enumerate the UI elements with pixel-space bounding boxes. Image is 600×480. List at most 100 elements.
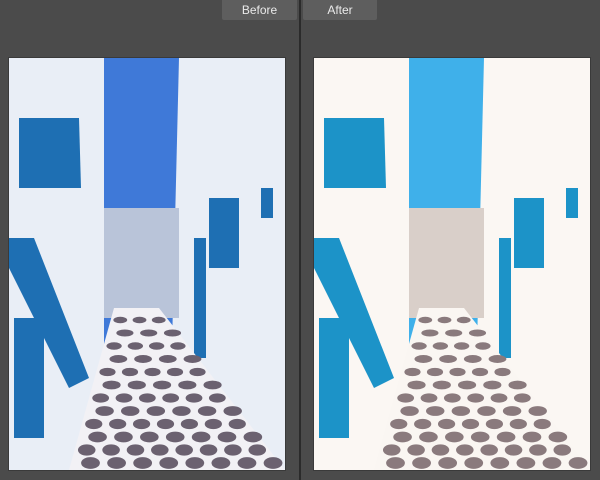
- path-stone: [553, 444, 572, 456]
- path-stone: [412, 457, 431, 469]
- path-stone: [172, 406, 191, 416]
- path-stone: [158, 355, 177, 363]
- path-stone: [113, 316, 128, 324]
- path-stone: [178, 380, 197, 390]
- path-stone: [468, 329, 487, 337]
- path-stone: [457, 380, 477, 390]
- after-right-balcony: [514, 198, 544, 268]
- after-pane: After: [301, 0, 600, 480]
- path-stone: [151, 444, 169, 456]
- before-pane: Before: [0, 0, 299, 480]
- path-stone: [175, 444, 193, 456]
- path-stone: [81, 457, 100, 469]
- path-stone: [456, 444, 474, 456]
- path-stone: [127, 380, 146, 390]
- path-stone: [106, 342, 122, 350]
- after-label: After: [303, 0, 377, 20]
- path-stone: [542, 457, 562, 469]
- path-stone: [407, 380, 426, 390]
- path-stone: [502, 406, 522, 416]
- path-stone: [400, 406, 419, 416]
- path-stone: [471, 367, 489, 377]
- path-stone: [490, 457, 510, 469]
- path-stone: [456, 316, 471, 324]
- before-left-door: [14, 318, 44, 438]
- path-stone: [109, 355, 128, 363]
- path-stone: [162, 393, 180, 403]
- path-stone: [445, 329, 463, 337]
- path-stone: [528, 406, 547, 416]
- path-stone: [132, 316, 147, 324]
- path-stone: [114, 431, 133, 443]
- path-stone: [165, 431, 185, 443]
- path-stone: [223, 406, 242, 416]
- path-stone: [386, 457, 405, 469]
- path-stone: [263, 457, 283, 469]
- path-stone: [443, 393, 461, 403]
- path-stone: [102, 444, 120, 456]
- path-stone: [185, 393, 203, 403]
- path-stone: [431, 444, 450, 456]
- path-stone: [146, 406, 166, 416]
- after-far-houses: [409, 208, 484, 318]
- path-stone: [156, 418, 175, 430]
- after-left-door: [319, 318, 349, 438]
- path-stone: [421, 329, 439, 337]
- path-stone: [217, 431, 237, 443]
- path-stone: [533, 418, 551, 430]
- path-stone: [516, 457, 536, 469]
- path-stone: [426, 406, 445, 416]
- path-stone: [148, 342, 165, 350]
- path-stone: [95, 406, 114, 416]
- path-stone: [463, 355, 482, 363]
- path-stone: [144, 367, 161, 377]
- path-stone: [426, 367, 444, 377]
- path-stone: [127, 342, 144, 350]
- path-stone: [432, 342, 449, 350]
- path-stone: [508, 380, 527, 390]
- path-stone: [480, 444, 498, 456]
- path-stone: [151, 316, 166, 324]
- after-right-window: [566, 188, 578, 218]
- path-stone: [92, 393, 110, 403]
- path-stone: [163, 329, 182, 337]
- path-stone: [382, 444, 401, 456]
- path-stone: [159, 457, 179, 469]
- path-stone: [467, 393, 485, 403]
- path-stone: [115, 393, 133, 403]
- path-stone: [419, 431, 438, 443]
- path-stone: [132, 418, 151, 430]
- path-stone: [509, 418, 527, 430]
- path-stone: [438, 457, 458, 469]
- path-stone: [237, 457, 257, 469]
- path-stone: [121, 406, 140, 416]
- path-stone: [183, 355, 202, 363]
- path-stone: [243, 431, 263, 443]
- path-stone: [475, 342, 491, 350]
- path-stone: [152, 380, 172, 390]
- path-stone: [390, 418, 408, 430]
- path-stone: [420, 393, 438, 403]
- after-photo: [314, 58, 590, 470]
- path-stone: [109, 418, 127, 430]
- path-stone: [414, 418, 432, 430]
- path-stone: [513, 393, 531, 403]
- path-stone: [185, 457, 205, 469]
- before-right-rail: [194, 238, 206, 358]
- path-stone: [126, 444, 145, 456]
- path-stone: [180, 418, 199, 430]
- path-stone: [494, 367, 511, 377]
- before-photo: [9, 58, 285, 470]
- after-right-rail: [499, 238, 511, 358]
- path-stone: [211, 457, 231, 469]
- path-stone: [248, 444, 267, 456]
- path-stone: [411, 342, 427, 350]
- path-stone: [77, 444, 96, 456]
- path-stone: [432, 380, 451, 390]
- path-stone: [453, 342, 470, 350]
- path-stone: [102, 380, 121, 390]
- before-right-balcony: [209, 198, 239, 268]
- path-stone: [393, 431, 412, 443]
- path-stone: [414, 355, 433, 363]
- path-stone: [437, 418, 456, 430]
